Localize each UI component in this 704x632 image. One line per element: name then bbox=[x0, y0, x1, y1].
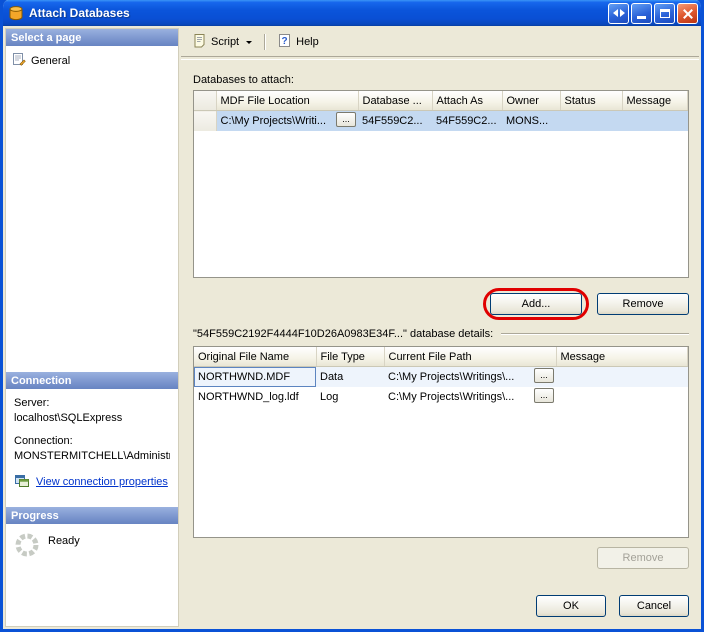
attach-databases-dialog: Attach Databases Select a page bbox=[0, 0, 704, 632]
script-button-label: Script bbox=[211, 36, 239, 48]
col-attach-as[interactable]: Attach As bbox=[432, 91, 502, 111]
dock-button[interactable] bbox=[608, 3, 629, 24]
row-selector-header bbox=[194, 91, 216, 111]
window-controls bbox=[608, 3, 698, 24]
sidebar: Select a page General Connec bbox=[5, 28, 179, 627]
add-button[interactable]: Add... bbox=[490, 293, 582, 315]
owner-value: MONS... bbox=[502, 111, 560, 132]
view-connection-properties-link[interactable]: View connection properties bbox=[36, 475, 168, 489]
svg-text:?: ? bbox=[282, 36, 288, 47]
col-mdf-file-location[interactable]: MDF File Location bbox=[216, 91, 358, 111]
database-details-table: Original File Name File Type Current Fil… bbox=[193, 346, 689, 538]
details-remove-button[interactable]: Remove bbox=[597, 547, 689, 569]
current-file-path-value: C:\My Projects\Writings\... bbox=[388, 391, 514, 403]
progress-header: Progress bbox=[6, 507, 178, 524]
server-label: Server: bbox=[14, 396, 170, 410]
database-icon bbox=[8, 5, 24, 21]
close-button[interactable] bbox=[677, 3, 698, 24]
progress-panel: Ready bbox=[6, 524, 178, 626]
original-file-name-value[interactable]: NORTHWND_log.ldf bbox=[194, 387, 316, 407]
browse-data-file-button[interactable]: ... bbox=[534, 368, 554, 383]
file-type-value: Log bbox=[316, 387, 384, 407]
minimize-button[interactable] bbox=[631, 3, 652, 24]
toolbar: Script ? Help bbox=[181, 28, 699, 56]
attach-table-row[interactable]: C:\My Projects\Writi... ... 54F559C2... … bbox=[194, 111, 688, 132]
databases-to-attach-label: Databases to attach: bbox=[193, 74, 689, 86]
message-value bbox=[622, 111, 688, 132]
col-current-file-path[interactable]: Current File Path bbox=[384, 347, 556, 367]
col-owner[interactable]: Owner bbox=[502, 91, 560, 111]
progress-status: Ready bbox=[48, 535, 80, 547]
page-icon bbox=[12, 52, 26, 69]
connection-label: Connection: bbox=[14, 434, 170, 448]
col-status[interactable]: Status bbox=[560, 91, 622, 111]
col-file-type[interactable]: File Type bbox=[316, 347, 384, 367]
current-file-path-value: C:\My Projects\Writings\... bbox=[388, 371, 514, 383]
main-panel: Script ? Help Databases to attach: bbox=[181, 28, 699, 627]
details-table-header-row: Original File Name File Type Current Fil… bbox=[194, 347, 688, 367]
sidebar-item-general[interactable]: General bbox=[10, 51, 174, 70]
script-button[interactable]: Script bbox=[185, 30, 259, 54]
dock-arrows-icon bbox=[613, 9, 625, 17]
status-value bbox=[560, 111, 622, 132]
original-file-name-value[interactable]: NORTHWND.MDF bbox=[194, 367, 316, 388]
row-selector[interactable] bbox=[194, 111, 216, 132]
remove-button[interactable]: Remove bbox=[597, 293, 689, 315]
main-content: Databases to attach: MDF File Location D… bbox=[181, 60, 699, 627]
col-details-message[interactable]: Message bbox=[556, 347, 688, 367]
ok-button[interactable]: OK bbox=[536, 595, 606, 617]
browse-mdf-button[interactable]: ... bbox=[336, 112, 356, 127]
details-divider bbox=[501, 333, 689, 335]
close-icon bbox=[682, 8, 693, 19]
toolbar-separator bbox=[264, 34, 265, 50]
page-list: General bbox=[6, 46, 178, 372]
databases-to-attach-table: MDF File Location Database ... Attach As… bbox=[193, 90, 689, 278]
col-original-file-name[interactable]: Original File Name bbox=[194, 347, 316, 367]
maximize-icon bbox=[660, 9, 670, 18]
attach-as-value: 54F559C2... bbox=[432, 111, 502, 132]
cancel-button[interactable]: Cancel bbox=[619, 595, 689, 617]
window-title: Attach Databases bbox=[29, 6, 603, 20]
chevron-down-icon bbox=[246, 41, 252, 44]
mdf-file-location-value: C:\My Projects\Writi... bbox=[221, 115, 327, 127]
browse-log-file-button[interactable]: ... bbox=[534, 388, 554, 403]
server-value: localhost\SQLExpress bbox=[14, 411, 170, 425]
help-button[interactable]: ? Help bbox=[270, 30, 326, 54]
progress-spinner-icon bbox=[14, 532, 40, 561]
col-message[interactable]: Message bbox=[622, 91, 688, 111]
connection-panel: Server: localhost\SQLExpress Connection:… bbox=[6, 389, 178, 507]
col-database[interactable]: Database ... bbox=[358, 91, 432, 111]
sidebar-item-label: General bbox=[31, 55, 70, 67]
file-type-value: Data bbox=[316, 367, 384, 388]
details-table-row[interactable]: NORTHWND.MDF Data C:\My Projects\Writing… bbox=[194, 367, 688, 388]
details-message-value bbox=[556, 367, 688, 388]
connection-value: MONSTERMITCHELL\Administra bbox=[14, 449, 170, 463]
details-message-value bbox=[556, 387, 688, 407]
attach-table-header-row: MDF File Location Database ... Attach As… bbox=[194, 91, 688, 111]
help-icon: ? bbox=[277, 33, 292, 51]
database-details-label: "54F559C2192F4444F10D26A0983E34F..." dat… bbox=[193, 328, 493, 340]
maximize-button[interactable] bbox=[654, 3, 675, 24]
minimize-icon bbox=[637, 16, 646, 19]
script-icon bbox=[192, 33, 207, 51]
titlebar: Attach Databases bbox=[3, 0, 701, 26]
connection-header: Connection bbox=[6, 372, 178, 389]
select-page-header: Select a page bbox=[6, 29, 178, 46]
database-value: 54F559C2... bbox=[358, 111, 432, 132]
connection-properties-icon bbox=[14, 472, 30, 492]
details-table-row[interactable]: NORTHWND_log.ldf Log C:\My Projects\Writ… bbox=[194, 387, 688, 407]
help-button-label: Help bbox=[296, 36, 319, 48]
